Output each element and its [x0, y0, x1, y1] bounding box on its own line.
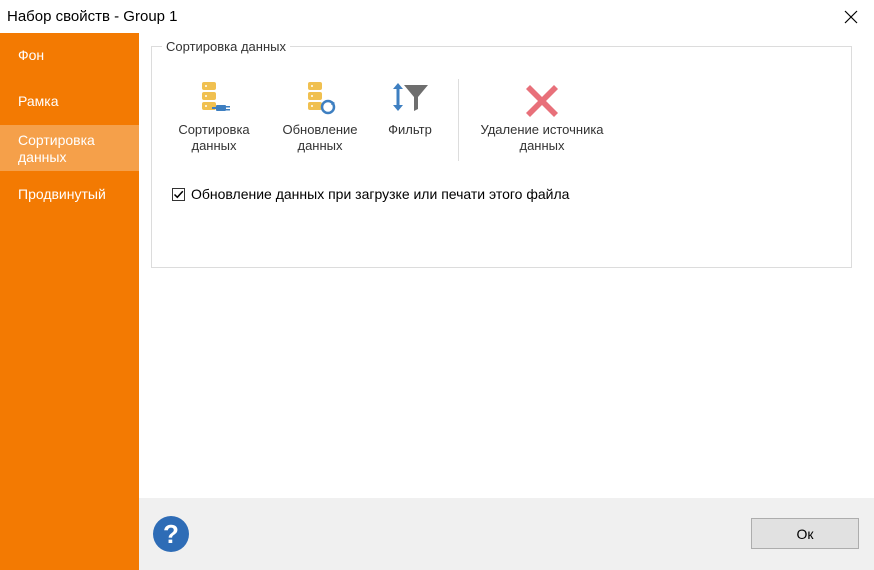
sidebar-item-label: Рамка	[18, 93, 59, 109]
data-sorting-group: Сортировка данных Сортировка данных Обно…	[151, 39, 852, 268]
sidebar-item-data-sorting[interactable]: Сортировка данных	[0, 125, 139, 171]
sidebar-item-background[interactable]: Фон	[0, 47, 139, 67]
data-refresh-icon	[308, 82, 336, 115]
sidebar-item-label: Продвинутый	[18, 186, 106, 202]
close-icon	[844, 10, 858, 23]
window-title: Набор свойств - Group 1	[7, 8, 178, 25]
title-bar: Набор свойств - Group 1	[0, 0, 874, 33]
data-refresh-button[interactable]: Обновление данных	[272, 79, 368, 154]
sidebar-item-border[interactable]: Рамка	[0, 93, 139, 113]
delete-data-source-button[interactable]: Удаление источника данных	[470, 79, 614, 154]
checkmark-icon	[173, 190, 184, 198]
toolbar-separator	[458, 79, 459, 161]
main-panel: Сортировка данных Сортировка данных Обно…	[139, 33, 874, 498]
sidebar-item-label: Сортировка данных	[18, 132, 95, 165]
filter-funnel-icon	[393, 83, 428, 111]
sidebar-item-label: Фон	[18, 47, 45, 63]
delete-x-icon	[526, 85, 558, 117]
footer-bar: ? Ок	[139, 498, 874, 570]
tool-label: Обновление данных	[282, 122, 358, 153]
refresh-on-load-row: Обновление данных при загрузке или печат…	[172, 186, 569, 202]
close-button[interactable]	[828, 0, 874, 33]
data-source-plug-icon	[202, 82, 230, 111]
group-title: Сортировка данных	[162, 39, 290, 54]
filter-button[interactable]: Фильтр	[380, 79, 440, 138]
tool-label: Удаление источника данных	[480, 122, 604, 153]
refresh-on-load-checkbox[interactable]	[172, 187, 185, 201]
tool-label: Сортировка данных	[178, 122, 250, 153]
tool-label: Фильтр	[388, 122, 432, 137]
help-icon[interactable]: ?	[153, 516, 189, 552]
ok-button[interactable]: Ок	[751, 518, 859, 549]
sidebar: Фон Рамка Сортировка данных Продвинутый	[0, 33, 139, 570]
sidebar-item-advanced[interactable]: Продвинутый	[0, 186, 139, 206]
checkbox-label: Обновление данных при загрузке или печат…	[191, 186, 570, 202]
data-source-button[interactable]: Сортировка данных	[171, 79, 257, 154]
